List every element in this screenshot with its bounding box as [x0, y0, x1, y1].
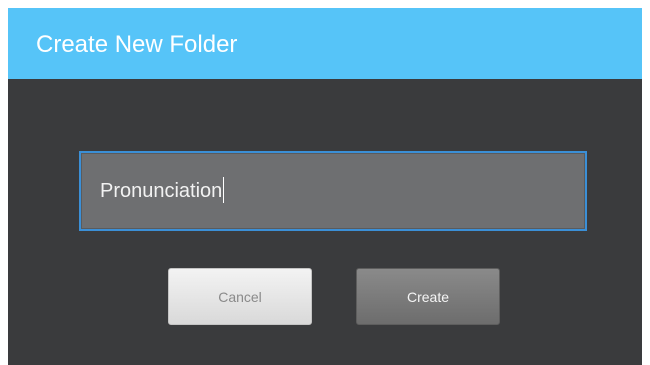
folder-name-value: Pronunciation — [100, 180, 223, 202]
cancel-button[interactable]: Cancel — [168, 268, 312, 325]
create-button[interactable]: Create — [356, 268, 500, 325]
dialog-title: Create New Folder — [36, 31, 238, 58]
create-folder-dialog: Create New Folder Pronunciation Cancel C… — [8, 8, 642, 365]
folder-name-text: Pronunciation — [100, 177, 225, 205]
folder-name-field[interactable]: Pronunciation — [79, 151, 587, 231]
text-cursor — [223, 177, 225, 203]
dialog-title-bar: Create New Folder — [8, 8, 642, 79]
